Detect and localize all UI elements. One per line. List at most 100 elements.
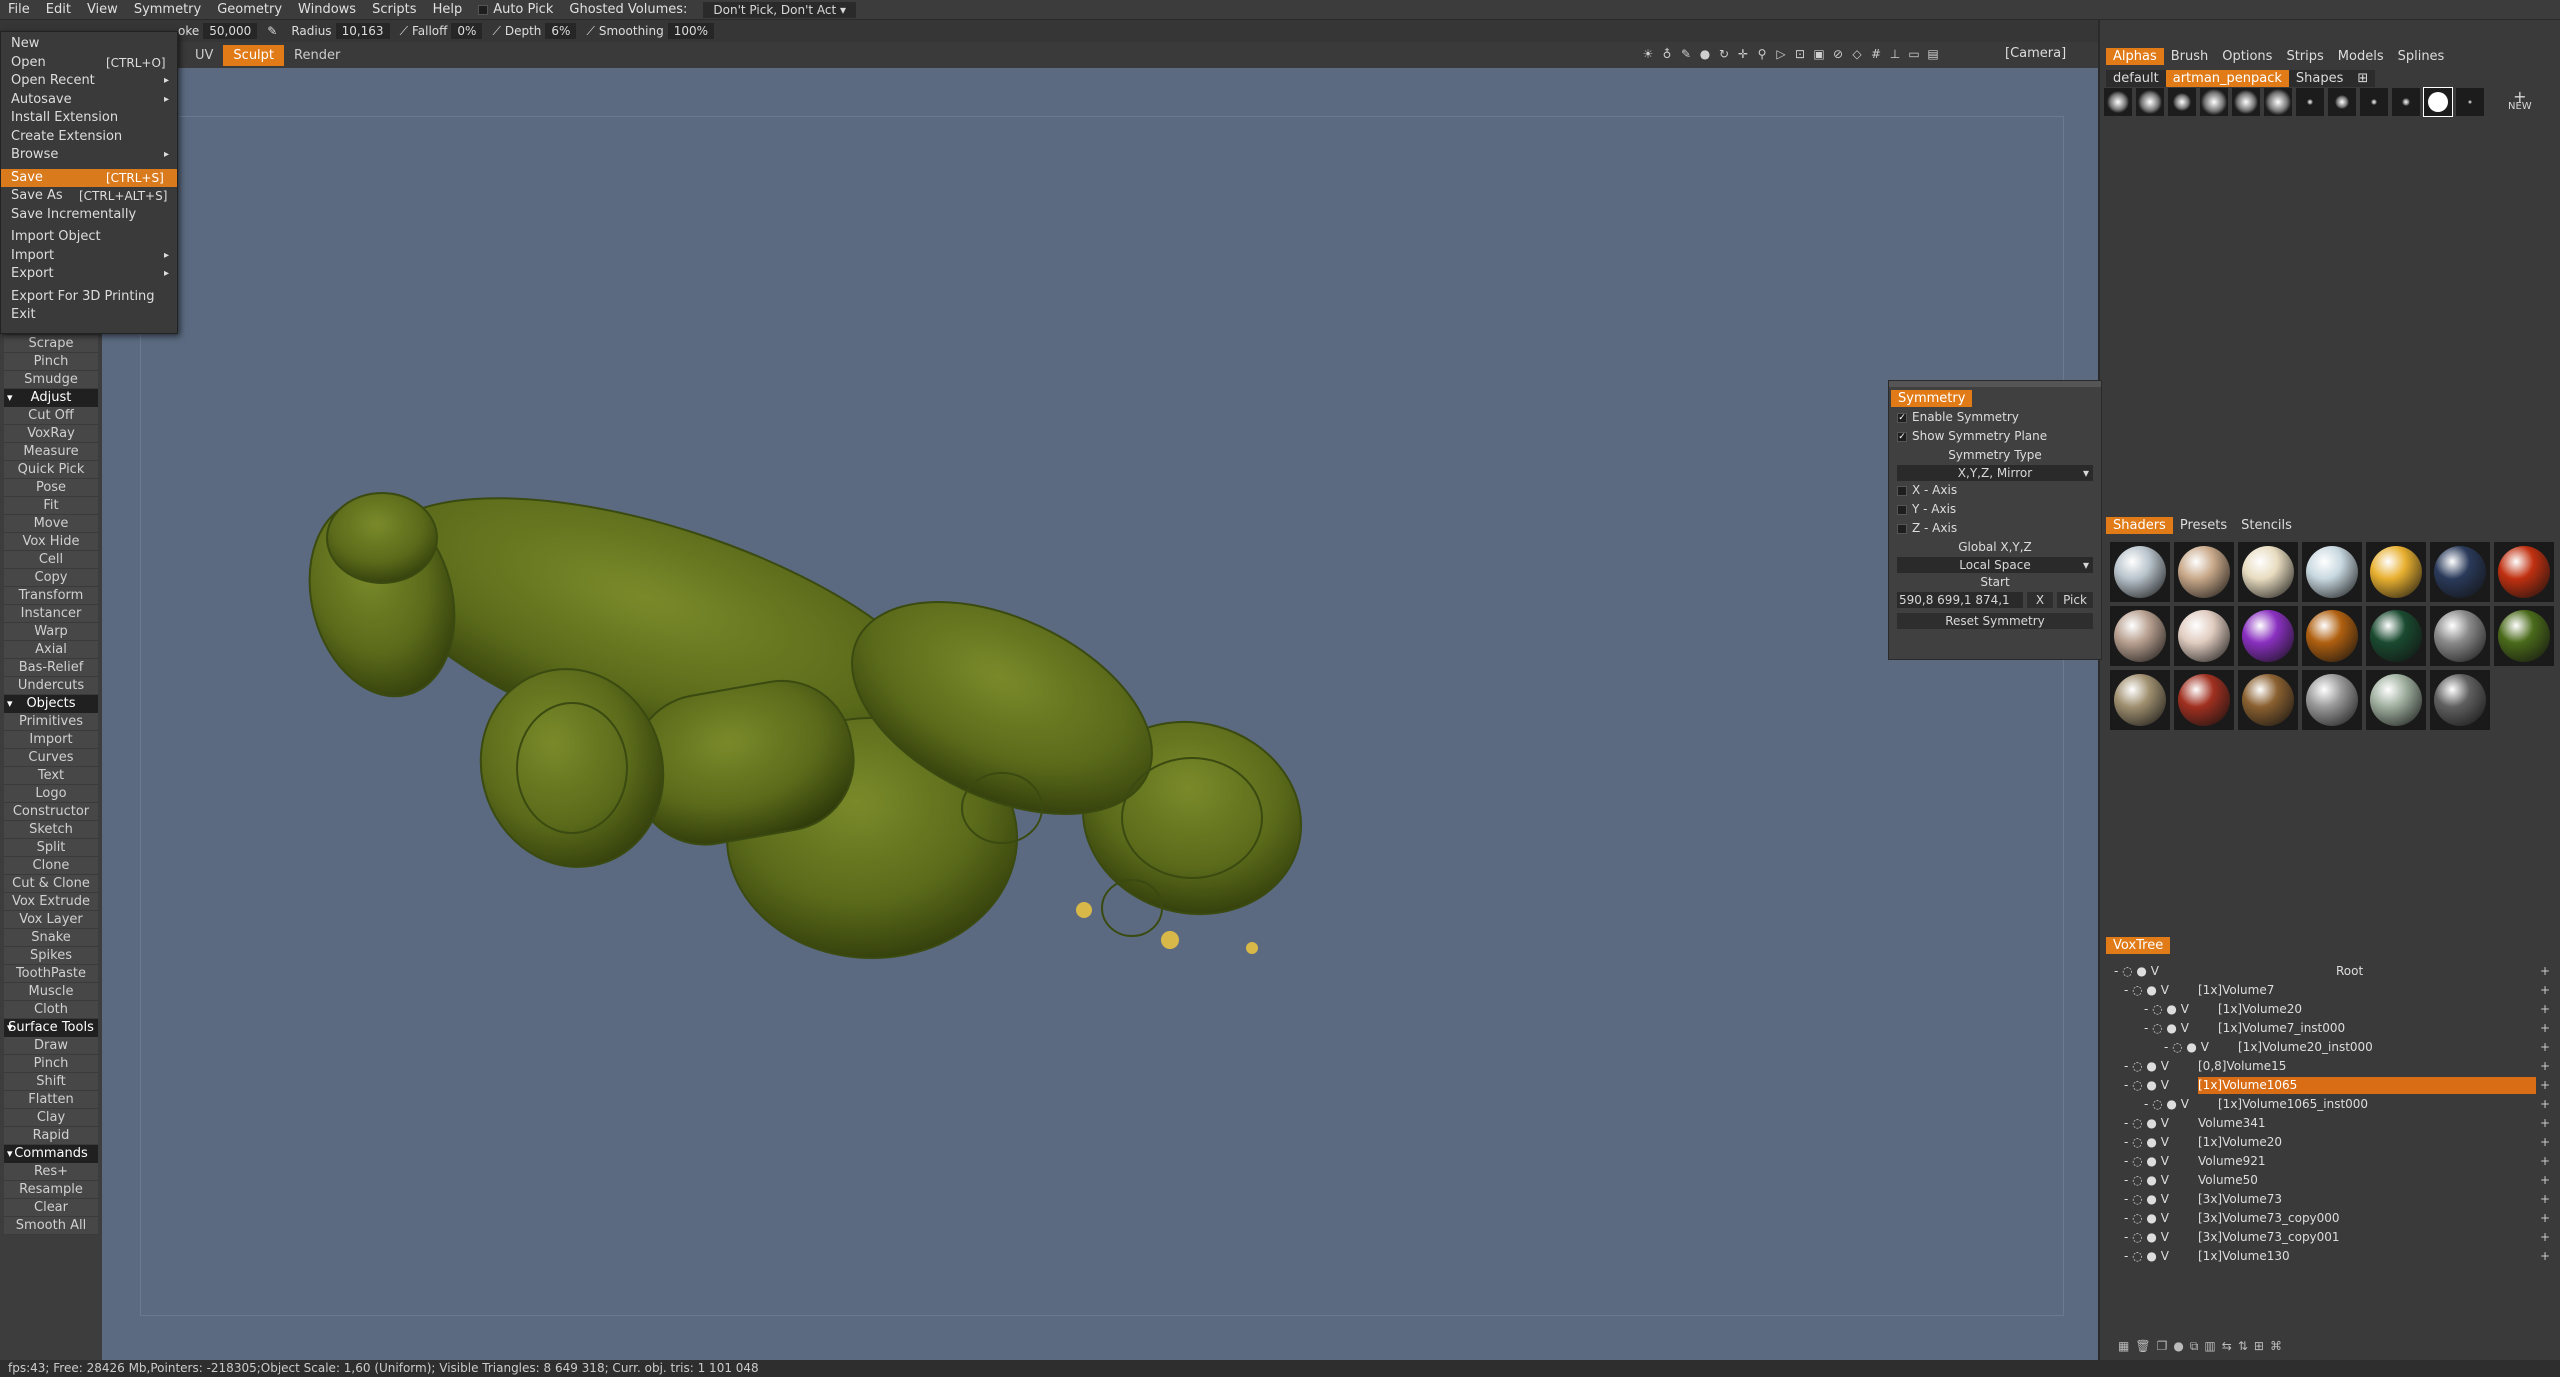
lamp-icon[interactable]: ♁ xyxy=(1659,46,1675,62)
start-pick-button[interactable]: Pick xyxy=(2057,592,2093,608)
shader-swatch[interactable] xyxy=(2494,606,2554,666)
auto-pick-checkbox[interactable] xyxy=(478,4,489,15)
shader-swatch[interactable] xyxy=(2302,606,2362,666)
tool-snake[interactable]: Snake xyxy=(4,929,98,947)
tool-flatten[interactable]: Flatten xyxy=(4,1091,98,1109)
voxtree-item[interactable]: - ◌ ● V Volume50 + xyxy=(2104,1171,2550,1190)
tree-row-controls[interactable]: - ◌ ● V xyxy=(2124,1190,2169,1209)
tab-options[interactable]: Options xyxy=(2215,48,2279,65)
screen-icon[interactable]: ▭ xyxy=(1906,46,1922,62)
depth-field[interactable]: ⟋ Depth 6% xyxy=(492,23,577,39)
voxtree-item[interactable]: - ◌ ● V [1x]Volume130 + xyxy=(2104,1247,2550,1266)
tree-row-controls[interactable]: - ◌ ● V xyxy=(2124,1247,2169,1266)
menu-edit[interactable]: Edit xyxy=(38,2,79,17)
add-icon[interactable]: + xyxy=(2540,1247,2550,1266)
tool-pinch[interactable]: Pinch xyxy=(4,353,98,371)
tool-clear[interactable]: Clear xyxy=(4,1199,98,1217)
tool-draw[interactable]: Draw xyxy=(4,1037,98,1055)
y-axis-toggle[interactable]: Y - Axis xyxy=(1889,500,2101,519)
add-icon[interactable]: + xyxy=(2540,1133,2550,1152)
tool-cell[interactable]: Cell xyxy=(4,551,98,569)
voxtree-item[interactable]: - ◌ ● V [3x]Volume73_copy000 + xyxy=(2104,1209,2550,1228)
file-menu-item-save-incrementally[interactable]: Save Incrementally xyxy=(1,206,177,225)
z-axis-checkbox[interactable] xyxy=(1897,523,1907,534)
shader-swatch[interactable] xyxy=(2366,606,2426,666)
add-icon[interactable]: + xyxy=(2540,1190,2550,1209)
grid-icon[interactable]: # xyxy=(1868,46,1884,62)
voxtree-item[interactable]: - ◌ ● V [1x]Volume7 + xyxy=(2104,981,2550,1000)
tab-sculpt[interactable]: Sculpt xyxy=(223,44,285,66)
space-select[interactable]: Local Space ▾ xyxy=(1897,557,2093,573)
x-axis-checkbox[interactable] xyxy=(1897,485,1907,496)
tool-shift[interactable]: Shift xyxy=(4,1073,98,1091)
stroke-field[interactable]: oke 50,000 xyxy=(178,23,258,39)
check-icon[interactable]: ✓ xyxy=(1897,431,1907,442)
falloff-field[interactable]: ⟋ Falloff 0% xyxy=(400,23,483,39)
alpha-set-shapes[interactable]: Shapes xyxy=(2288,69,2351,87)
tool-rapid[interactable]: Rapid xyxy=(4,1127,98,1145)
voxtree-root[interactable]: - ◌ ● V Root + xyxy=(2104,962,2550,981)
tab-strips[interactable]: Strips xyxy=(2279,48,2330,65)
add-icon[interactable]: + xyxy=(2540,962,2550,981)
alpha-brush[interactable] xyxy=(2328,88,2356,116)
alpha-brush[interactable] xyxy=(2296,88,2324,116)
x-axis-toggle[interactable]: X - Axis xyxy=(1889,481,2101,500)
tree-row-controls[interactable]: - ◌ ● V xyxy=(2164,1038,2209,1057)
tool-clay[interactable]: Clay xyxy=(4,1109,98,1127)
file-menu-item-browse[interactable]: Browse ▸ xyxy=(1,146,177,165)
rotate-icon[interactable]: ↻ xyxy=(1716,46,1732,62)
add-icon[interactable]: + xyxy=(2540,1076,2550,1095)
add-icon[interactable]: + xyxy=(2540,1038,2550,1057)
start-value-field[interactable]: 590,8 699,1 874,1 xyxy=(1897,592,2023,608)
alpha-brush[interactable] xyxy=(2200,88,2228,116)
tree-row-controls[interactable]: - ◌ ● V xyxy=(2124,1057,2169,1076)
enable-symmetry-toggle[interactable]: ✓ Enable Symmetry xyxy=(1889,408,2101,427)
falloff-value[interactable]: 0% xyxy=(451,23,483,39)
sort-icon[interactable]: ⇅ xyxy=(2238,1339,2248,1354)
add-icon[interactable]: + xyxy=(2540,1057,2550,1076)
tool-cloth[interactable]: Cloth xyxy=(4,1001,98,1019)
fit-icon[interactable]: ⊡ xyxy=(1792,46,1808,62)
file-menu-item-autosave[interactable]: Autosave ▸ xyxy=(1,91,177,110)
tree-row-controls[interactable]: - ◌ ● V xyxy=(2124,1209,2169,1228)
sphere-icon[interactable]: ● xyxy=(2173,1339,2183,1354)
voxtree-item[interactable]: - ◌ ● V [1x]Volume20_inst000 + xyxy=(2104,1038,2550,1057)
voxtree-item[interactable]: - ◌ ● V Volume921 + xyxy=(2104,1152,2550,1171)
tool-copy[interactable]: Copy xyxy=(4,569,98,587)
frame-icon[interactable]: ▣ xyxy=(1811,46,1827,62)
tree-row-controls[interactable]: - ◌ ● V xyxy=(2124,1152,2169,1171)
alpha-brush[interactable] xyxy=(2423,87,2453,117)
ghosted-volumes-dropdown[interactable]: Don't Pick, Don't Act ▾ xyxy=(703,1,857,18)
tree-row-controls[interactable]: - ◌ ● V xyxy=(2124,981,2169,1000)
tab-render[interactable]: Render xyxy=(284,45,350,66)
tool-measure[interactable]: Measure xyxy=(4,443,98,461)
tool-smudge[interactable]: Smudge xyxy=(4,371,98,389)
shader-swatch[interactable] xyxy=(2174,606,2234,666)
tool-scrape[interactable]: Scrape xyxy=(4,335,98,353)
voxtree-item[interactable]: - ◌ ● V Volume341 + xyxy=(2104,1114,2550,1133)
tool-cut-clone[interactable]: Cut & Clone xyxy=(4,875,98,893)
file-menu-item-exit[interactable]: Exit xyxy=(1,306,177,325)
voxtree-item[interactable]: - ◌ ● V [1x]Volume1065_inst000 + xyxy=(2104,1095,2550,1114)
tab-splines[interactable]: Splines xyxy=(2391,48,2452,65)
menu-geometry[interactable]: Geometry xyxy=(209,2,290,17)
voxtree-item[interactable]: - ◌ ● V [0,8]Volume15 + xyxy=(2104,1057,2550,1076)
tool-quick-pick[interactable]: Quick Pick xyxy=(4,461,98,479)
add-icon[interactable]: + xyxy=(2540,981,2550,1000)
voxtree-item[interactable]: - ◌ ● V [1x]Volume7_inst000 + xyxy=(2104,1019,2550,1038)
smoothing-field[interactable]: ⟋ Smoothing 100% xyxy=(586,23,715,39)
tab-shaders[interactable]: Shaders xyxy=(2106,516,2173,534)
alpha-set-default[interactable]: default xyxy=(2106,69,2166,87)
tool-vox-extrude[interactable]: Vox Extrude xyxy=(4,893,98,911)
tool-constructor[interactable]: Constructor xyxy=(4,803,98,821)
symmetry-type-select[interactable]: X,Y,Z, Mirror ▾ xyxy=(1897,465,2093,481)
shader-swatch[interactable] xyxy=(2174,670,2234,730)
tab-stencils[interactable]: Stencils xyxy=(2234,517,2299,534)
shader-swatch[interactable] xyxy=(2302,670,2362,730)
drop-icon[interactable]: ● xyxy=(1697,46,1713,62)
auto-pick-toggle[interactable]: Auto Pick xyxy=(470,2,561,17)
file-menu-item-import-object[interactable]: Import Object xyxy=(1,228,177,247)
tab-brush[interactable]: Brush xyxy=(2164,48,2216,65)
add-alpha-set-icon[interactable]: ⊞ xyxy=(2350,69,2376,87)
z-axis-toggle[interactable]: Z - Axis xyxy=(1889,519,2101,538)
